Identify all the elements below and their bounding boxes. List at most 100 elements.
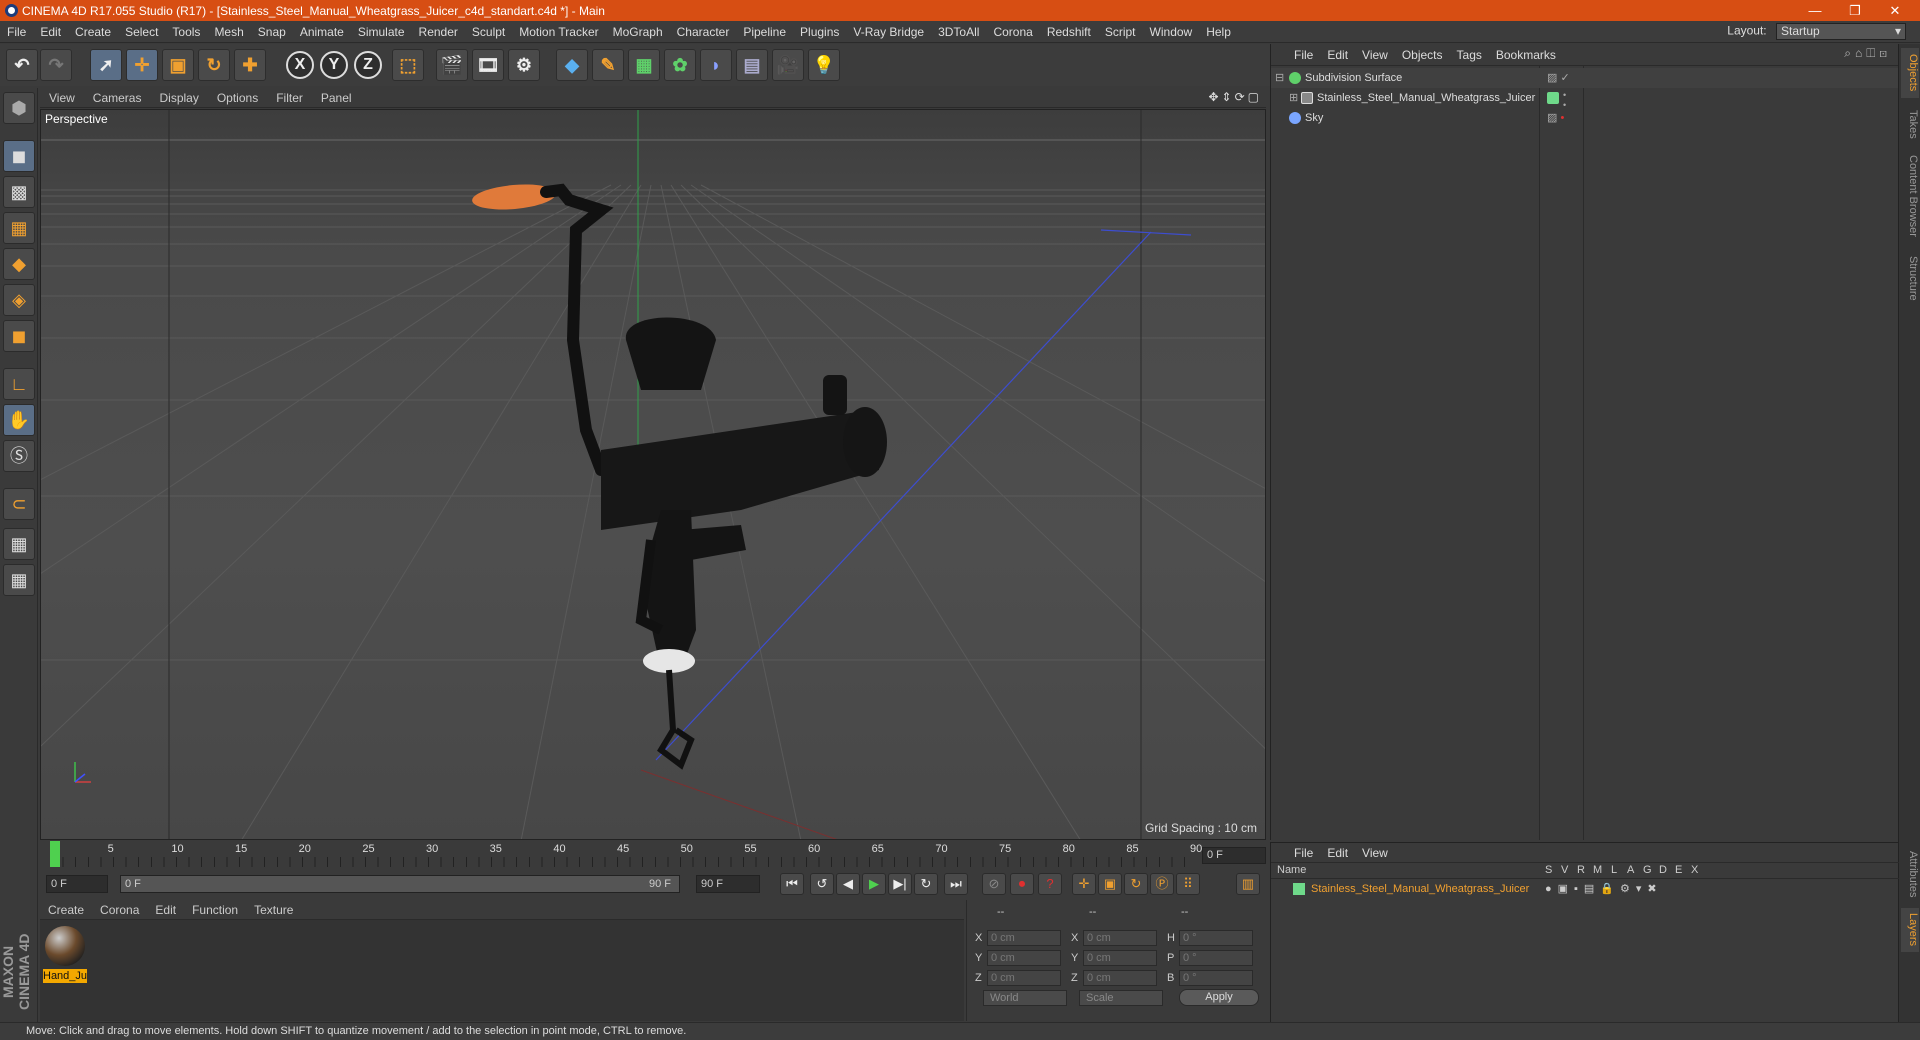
- playhead[interactable]: [50, 841, 60, 867]
- points-mode-icon[interactable]: ◆: [3, 248, 35, 280]
- layer-row[interactable]: Stainless_Steel_Manual_Wheatgrass_Juicer…: [1271, 881, 1899, 897]
- layer-name[interactable]: Stainless_Steel_Manual_Wheatgrass_Juicer: [1311, 881, 1529, 897]
- edges-mode-icon[interactable]: ◈: [3, 284, 35, 316]
- col-deformers[interactable]: D: [1659, 864, 1667, 876]
- menu-render[interactable]: Render: [412, 21, 465, 43]
- menu-animate[interactable]: Animate: [293, 21, 351, 43]
- tab-structure[interactable]: Structure: [1901, 248, 1919, 308]
- range-slider[interactable]: 0 F 90 F: [120, 875, 680, 893]
- viewport-camera-label[interactable]: Perspective: [45, 112, 108, 126]
- tweak-mode-icon[interactable]: ✋: [3, 404, 35, 436]
- timeline-window-icon[interactable]: ▥: [1236, 873, 1260, 895]
- redo-icon[interactable]: ↷: [40, 49, 72, 81]
- menu-redshift[interactable]: Redshift: [1040, 21, 1098, 43]
- layer-flag-icons[interactable]: ●▣▪▤🔒⚙▾✖: [1545, 881, 1663, 897]
- layers-menu-view[interactable]: View: [1355, 843, 1395, 863]
- z-axis-lock-button[interactable]: Z: [354, 51, 382, 79]
- rotate-icon[interactable]: ↻: [198, 49, 230, 81]
- col-render[interactable]: R: [1577, 864, 1585, 876]
- render-settings-icon[interactable]: ⚙: [508, 49, 540, 81]
- record-icon[interactable]: ⏺: [1010, 873, 1034, 895]
- y-axis-lock-button[interactable]: Y: [320, 51, 348, 79]
- subdivision-surface-icon[interactable]: ▦: [628, 49, 660, 81]
- object-row-subdivision[interactable]: ⊟ Subdivision Surface ▨ ✓: [1271, 68, 1899, 88]
- col-solo[interactable]: S: [1545, 864, 1552, 876]
- tab-layers[interactable]: Layers: [1901, 908, 1919, 952]
- menu-file[interactable]: File: [0, 21, 33, 43]
- menu-mograph[interactable]: MoGraph: [606, 21, 670, 43]
- tab-objects[interactable]: Objects: [1901, 48, 1919, 98]
- visibility-dots-icon[interactable]: ▨ •: [1547, 108, 1564, 128]
- menu-mesh[interactable]: Mesh: [207, 21, 250, 43]
- objects-menu-objects[interactable]: Objects: [1395, 44, 1450, 66]
- render-view-icon[interactable]: 🎬: [436, 49, 468, 81]
- timeline-ruler[interactable]: [50, 857, 1196, 867]
- x-axis-lock-button[interactable]: X: [286, 51, 314, 79]
- menu-character[interactable]: Character: [670, 21, 737, 43]
- key-point-level-icon[interactable]: ⠿: [1176, 873, 1200, 895]
- menu-motion-tracker[interactable]: Motion Tracker: [512, 21, 605, 43]
- workplane-mode-icon[interactable]: ▦: [3, 212, 35, 244]
- tab-takes[interactable]: Takes: [1901, 104, 1919, 144]
- menu-tools[interactable]: Tools: [165, 21, 207, 43]
- maximize-button[interactable]: ❐: [1840, 2, 1870, 19]
- menu-select[interactable]: Select: [118, 21, 165, 43]
- object-name[interactable]: Subdivision Surface: [1305, 68, 1402, 88]
- viewport-menu-display[interactable]: Display: [150, 88, 207, 108]
- viewport-nav-icons[interactable]: ✥⇕⟳▢: [1208, 90, 1262, 104]
- col-expressions[interactable]: E: [1675, 864, 1682, 876]
- objects-menu-tags[interactable]: Tags: [1450, 44, 1489, 66]
- end-frame-field[interactable]: 90 F: [696, 875, 760, 893]
- cloner-icon[interactable]: ✿: [664, 49, 696, 81]
- objects-header-icons[interactable]: ⌕⌂◫⊡: [1844, 46, 1891, 61]
- coord-size-mode-dropdown[interactable]: Scale: [1079, 990, 1163, 1006]
- material-name-label[interactable]: Hand_Ju: [43, 969, 87, 983]
- objects-menu-edit[interactable]: Edit: [1320, 44, 1355, 66]
- menu-sculpt[interactable]: Sculpt: [465, 21, 512, 43]
- col-xref[interactable]: X: [1691, 864, 1698, 876]
- tab-content-browser[interactable]: Content Browser: [1901, 148, 1919, 244]
- col-visible[interactable]: V: [1561, 864, 1568, 876]
- lock-workplane-icon[interactable]: ▦: [3, 528, 35, 560]
- objects-menu-bookmarks[interactable]: Bookmarks: [1489, 44, 1563, 66]
- layers-menu-edit[interactable]: Edit: [1320, 843, 1355, 863]
- coord-rot-h-field[interactable]: 0 °: [1179, 930, 1253, 946]
- viewport-menu-filter[interactable]: Filter: [267, 88, 312, 108]
- viewport-menu-panel[interactable]: Panel: [312, 88, 361, 108]
- material-menu-texture[interactable]: Texture: [246, 900, 301, 920]
- viewport-menu-cameras[interactable]: Cameras: [84, 88, 151, 108]
- undo-icon[interactable]: ↶: [6, 49, 38, 81]
- autokey-icon[interactable]: ?: [1038, 873, 1062, 895]
- menu-plugins[interactable]: Plugins: [793, 21, 846, 43]
- polygons-mode-icon[interactable]: ◼: [3, 320, 35, 352]
- layer-color-swatch[interactable]: [1547, 92, 1559, 104]
- key-scale-icon[interactable]: ▣: [1098, 873, 1122, 895]
- play-icon[interactable]: ▶: [862, 873, 886, 895]
- previous-frame-icon[interactable]: ◀: [836, 873, 860, 895]
- expand-icon[interactable]: ⊞: [1289, 88, 1298, 108]
- menu-simulate[interactable]: Simulate: [351, 21, 412, 43]
- coord-size-y-field[interactable]: 0 cm: [1083, 950, 1157, 966]
- col-manager[interactable]: M: [1593, 864, 1602, 876]
- coord-pos-y-field[interactable]: 0 cm: [987, 950, 1061, 966]
- snapping-icon[interactable]: Ⓢ: [3, 440, 35, 472]
- minimize-button[interactable]: —: [1800, 2, 1830, 19]
- coord-pos-x-field[interactable]: 0 cm: [987, 930, 1061, 946]
- coord-size-x-field[interactable]: 0 cm: [1083, 930, 1157, 946]
- magnet-icon[interactable]: ⊂: [3, 488, 35, 520]
- layer-color-swatch[interactable]: [1293, 883, 1305, 895]
- coord-size-z-field[interactable]: 0 cm: [1083, 970, 1157, 986]
- material-preview-ball[interactable]: [45, 926, 85, 966]
- go-to-start-icon[interactable]: ⏮: [780, 873, 804, 895]
- camera-icon[interactable]: 🎥: [772, 49, 804, 81]
- floor-icon[interactable]: ▤: [736, 49, 768, 81]
- start-frame-field[interactable]: 0 F: [46, 875, 108, 893]
- close-button[interactable]: ✕: [1880, 2, 1910, 19]
- go-to-end-icon[interactable]: ⏭: [944, 873, 968, 895]
- material-menu-edit[interactable]: Edit: [147, 900, 184, 920]
- coord-mode-dropdown[interactable]: World: [983, 990, 1067, 1006]
- col-locked[interactable]: L: [1611, 864, 1617, 876]
- menu-3dtoall[interactable]: 3DToAll: [931, 21, 986, 43]
- object-row-sky[interactable]: Sky ▨ •: [1271, 108, 1899, 128]
- key-position-icon[interactable]: ✛: [1072, 873, 1096, 895]
